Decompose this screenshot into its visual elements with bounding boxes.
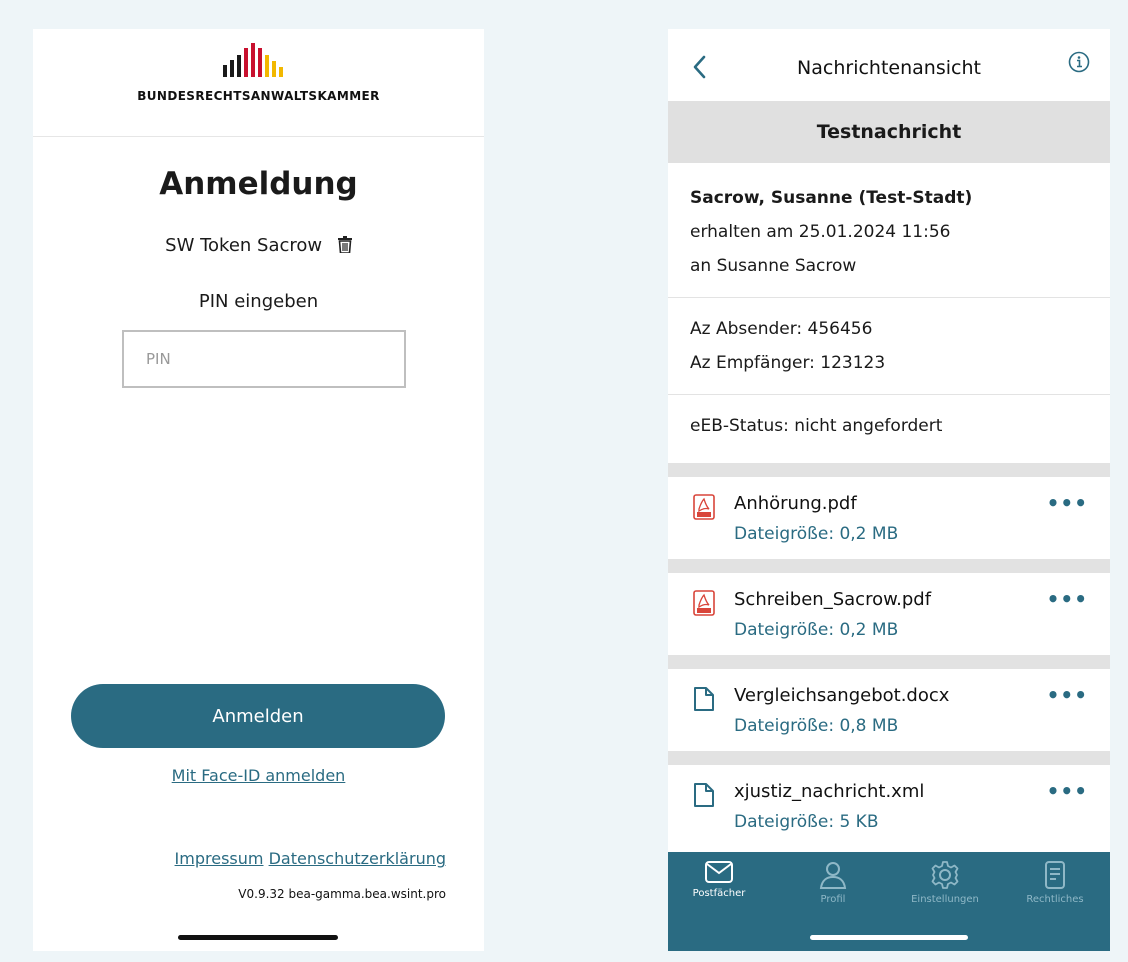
az-recipient: Az Empfänger: 123123 bbox=[690, 353, 886, 373]
login-screen: BUNDESRECHTSANWALTSKAMMER Anmeldung SW T… bbox=[33, 29, 484, 951]
nav-bar: Nachrichtenansicht bbox=[668, 29, 1110, 101]
info-icon[interactable] bbox=[1068, 51, 1090, 73]
more-options-icon[interactable]: ••• bbox=[1047, 587, 1088, 611]
tab-bar: Postfächer Profil Einstellungen Rechtlic… bbox=[668, 852, 1110, 951]
reference-info: Az Absender: 456456 Az Empfänger: 123123 bbox=[668, 298, 1110, 395]
attachment-item[interactable]: xjustiz_nachricht.xml Dateigröße: 5 KB •… bbox=[668, 765, 1110, 847]
faceid-login-link[interactable]: Mit Face-ID anmelden bbox=[33, 766, 484, 785]
privacy-link[interactable]: Datenschutzerklärung bbox=[269, 849, 446, 868]
tab-label: Postfächer bbox=[692, 888, 746, 899]
message-screen: Nachrichtenansicht Testnachricht Sacrow,… bbox=[668, 29, 1110, 951]
more-options-icon[interactable]: ••• bbox=[1047, 683, 1088, 707]
trash-icon[interactable] bbox=[337, 236, 352, 258]
pin-label: PIN eingeben bbox=[198, 291, 319, 312]
message-subject: Testnachricht bbox=[668, 101, 1110, 163]
attachment-name: Schreiben_Sacrow.pdf bbox=[734, 589, 932, 610]
sender-info: Sacrow, Susanne (Test-Stadt) erhalten am… bbox=[668, 163, 1110, 298]
tab-label: Rechtliches bbox=[1026, 894, 1084, 905]
brak-logo-icon bbox=[223, 43, 283, 77]
mail-icon bbox=[705, 861, 733, 883]
eeb-status: eEB-Status: nicht angefordert bbox=[690, 416, 943, 436]
more-options-icon[interactable]: ••• bbox=[1047, 491, 1088, 515]
attachment-size: Dateigröße: 0,8 MB bbox=[734, 716, 899, 736]
impressum-link[interactable]: Impressum bbox=[175, 849, 264, 868]
received-date: erhalten am 25.01.2024 11:56 bbox=[690, 222, 951, 242]
tab-profil[interactable]: Profil bbox=[778, 860, 888, 905]
attachment-name: xjustiz_nachricht.xml bbox=[734, 781, 925, 802]
attachment-name: Anhörung.pdf bbox=[734, 493, 857, 514]
attachment-size: Dateigröße: 0,2 MB bbox=[734, 620, 899, 640]
attachment-size: Dateigröße: 5 KB bbox=[734, 812, 879, 832]
recipient: an Susanne Sacrow bbox=[690, 256, 857, 276]
footer-links: Impressum Datenschutzerklärung bbox=[175, 849, 446, 868]
brand-name: BUNDESRECHTSANWALTSKAMMER bbox=[137, 89, 380, 103]
az-sender: Az Absender: 456456 bbox=[690, 319, 873, 339]
more-options-icon[interactable]: ••• bbox=[1047, 779, 1088, 803]
person-icon bbox=[819, 862, 847, 889]
attachment-name: Vergleichsangebot.docx bbox=[734, 685, 950, 706]
pin-input[interactable] bbox=[122, 330, 406, 388]
login-button[interactable]: Anmelden bbox=[71, 684, 445, 748]
pdf-icon bbox=[693, 494, 715, 520]
token-name: SW Token Sacrow bbox=[165, 235, 323, 256]
sender-name: Sacrow, Susanne (Test-Stadt) bbox=[690, 188, 973, 208]
page-title: Anmeldung bbox=[159, 166, 358, 202]
home-indicator[interactable] bbox=[810, 935, 968, 940]
tab-rechtliches[interactable]: Rechtliches bbox=[1000, 860, 1110, 905]
gear-icon bbox=[931, 861, 959, 889]
token-row: SW Token Sacrow bbox=[33, 235, 484, 258]
document-icon bbox=[694, 783, 714, 807]
attachment-item[interactable]: Schreiben_Sacrow.pdf Dateigröße: 0,2 MB … bbox=[668, 573, 1110, 655]
brand-header: BUNDESRECHTSANWALTSKAMMER bbox=[33, 29, 484, 137]
version-info: V0.9.32 bea-gamma.bea.wsint.pro bbox=[238, 887, 446, 901]
home-indicator[interactable] bbox=[178, 935, 338, 940]
tab-label: Einstellungen bbox=[911, 894, 979, 905]
tab-label: Profil bbox=[820, 894, 846, 905]
legal-document-icon bbox=[1045, 861, 1065, 889]
tab-postfaecher[interactable]: Postfächer bbox=[668, 860, 774, 899]
nav-title: Nachrichtenansicht bbox=[797, 57, 981, 79]
tab-einstellungen[interactable]: Einstellungen bbox=[890, 860, 1000, 905]
pdf-icon bbox=[693, 590, 715, 616]
attachment-list: Anhörung.pdf Dateigröße: 0,2 MB ••• Schr… bbox=[668, 463, 1110, 847]
attachment-item[interactable]: Vergleichsangebot.docx Dateigröße: 0,8 M… bbox=[668, 669, 1110, 751]
attachment-size: Dateigröße: 0,2 MB bbox=[734, 524, 899, 544]
attachment-item[interactable]: Anhörung.pdf Dateigröße: 0,2 MB ••• bbox=[668, 477, 1110, 559]
document-icon bbox=[694, 687, 714, 711]
